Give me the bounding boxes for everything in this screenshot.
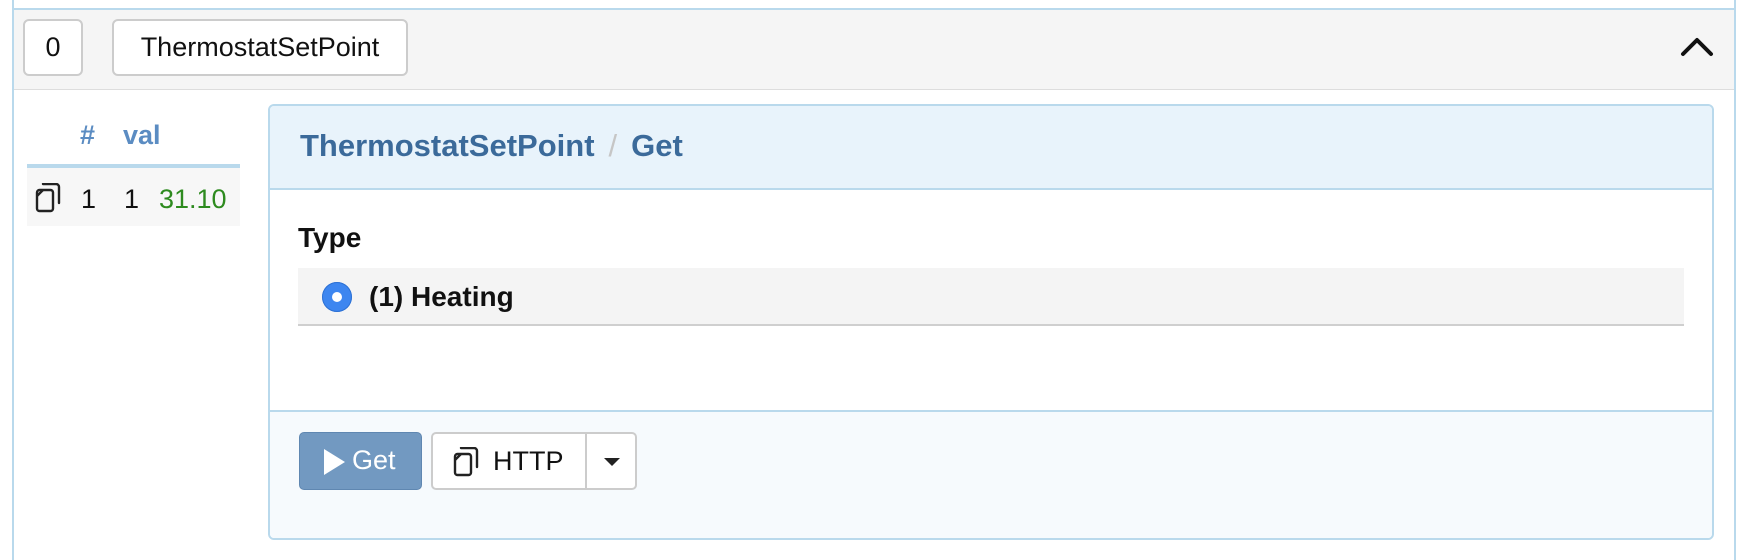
- table-row: 1 1 31.10: [27, 168, 240, 226]
- copy-icon: [453, 447, 479, 477]
- http-button-label: HTTP: [493, 446, 564, 476]
- column-header-val: val: [123, 120, 161, 150]
- command-class-name: ThermostatSetPoint: [300, 128, 595, 163]
- results-table-header: # val: [27, 110, 240, 168]
- type-option-heating[interactable]: (1) Heating: [298, 268, 1684, 326]
- type-field-label: Type: [298, 222, 362, 253]
- chevron-up-icon[interactable]: [1680, 34, 1714, 58]
- copy-icon[interactable]: [35, 183, 61, 213]
- column-header-number: #: [80, 120, 96, 150]
- http-copy-button[interactable]: HTTP: [431, 432, 587, 490]
- caret-down-icon[interactable]: [585, 432, 637, 490]
- breadcrumb-separator: /: [608, 128, 618, 163]
- get-button[interactable]: Get: [299, 432, 422, 490]
- row-value-cell: 31.10: [159, 184, 227, 214]
- command-card: ThermostatSetPoint / Get Type (1) Heating …: [268, 104, 1714, 540]
- option-label: (1) Heating: [369, 281, 514, 312]
- play-icon: [324, 449, 345, 475]
- panel-index-badge: 0: [23, 19, 83, 76]
- row-number-cell: 1: [81, 184, 97, 214]
- row-index-cell: 1: [124, 184, 140, 214]
- command-name: Get: [631, 128, 683, 163]
- results-table: # val 1 1 31.10: [27, 110, 240, 226]
- panel-name-badge: ThermostatSetPoint: [112, 19, 408, 76]
- command-breadcrumb: ThermostatSetPoint / Get: [300, 128, 683, 164]
- command-card-footer: Get HTTP: [270, 410, 1712, 538]
- radio-selected-icon[interactable]: [322, 282, 352, 312]
- get-button-label: Get: [352, 445, 396, 475]
- command-card-header: ThermostatSetPoint / Get: [270, 106, 1712, 190]
- panel-header: 0 ThermostatSetPoint: [14, 10, 1734, 90]
